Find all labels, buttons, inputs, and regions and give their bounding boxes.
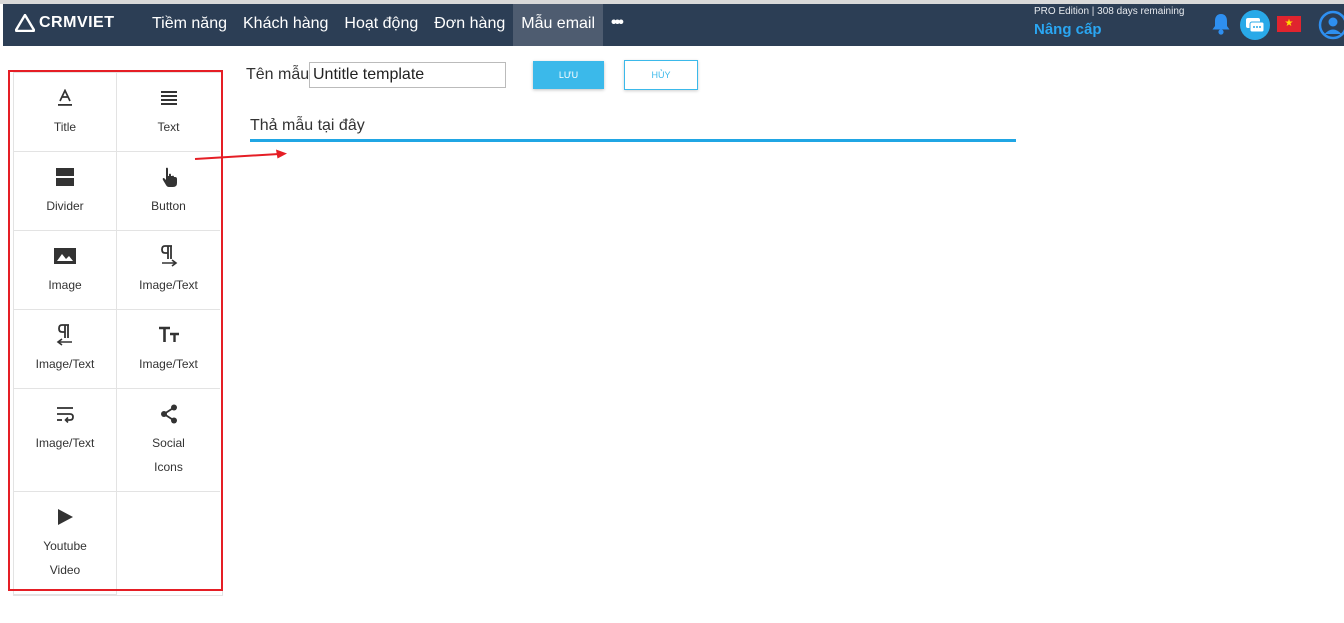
main-nav: Tiềm năng Khách hàng Hoạt động Đơn hàng …: [144, 4, 630, 46]
top-navbar: CRMVIET Tiềm năng Khách hàng Hoạt động Đ…: [3, 4, 1344, 46]
logo[interactable]: CRMVIET: [15, 14, 115, 32]
vietnam-flag-icon[interactable]: ★: [1277, 16, 1301, 32]
nav-item-hoat-dong[interactable]: Hoạt động: [336, 4, 426, 46]
toolbox-highlight-frame: [8, 70, 223, 591]
red-arrow-annotation: [194, 149, 287, 160]
drop-zone-underline: [250, 139, 1016, 142]
edition-info: PRO Edition | 308 days remaining: [1034, 6, 1185, 17]
flag-star: ★: [1284, 18, 1294, 29]
template-name-input[interactable]: [309, 62, 506, 88]
nav-item-don-hang[interactable]: Đơn hàng: [426, 4, 513, 46]
chat-icon[interactable]: [1239, 9, 1271, 41]
nav-item-tiem-nang[interactable]: Tiềm năng: [144, 4, 235, 46]
logo-text: CRMVIET: [39, 14, 115, 31]
drop-zone-text: Thả mẫu tại đây: [250, 117, 365, 134]
template-drop-zone[interactable]: Thả mẫu tại đây: [250, 116, 1016, 142]
save-button[interactable]: LƯU: [533, 61, 604, 89]
nav-item-mau-email[interactable]: Mẫu email: [513, 4, 604, 46]
upgrade-link[interactable]: Nâng cấp: [1034, 21, 1102, 38]
nav-item-khach-hang[interactable]: Khách hàng: [235, 4, 336, 46]
template-name-label: Tên mẫu: [246, 66, 310, 83]
nav-more-button[interactable]: •••: [603, 4, 630, 46]
user-avatar-icon[interactable]: [1318, 10, 1344, 40]
logo-icon: [15, 14, 35, 32]
cancel-button[interactable]: HỦY: [624, 60, 698, 90]
bell-icon[interactable]: [1210, 12, 1232, 36]
